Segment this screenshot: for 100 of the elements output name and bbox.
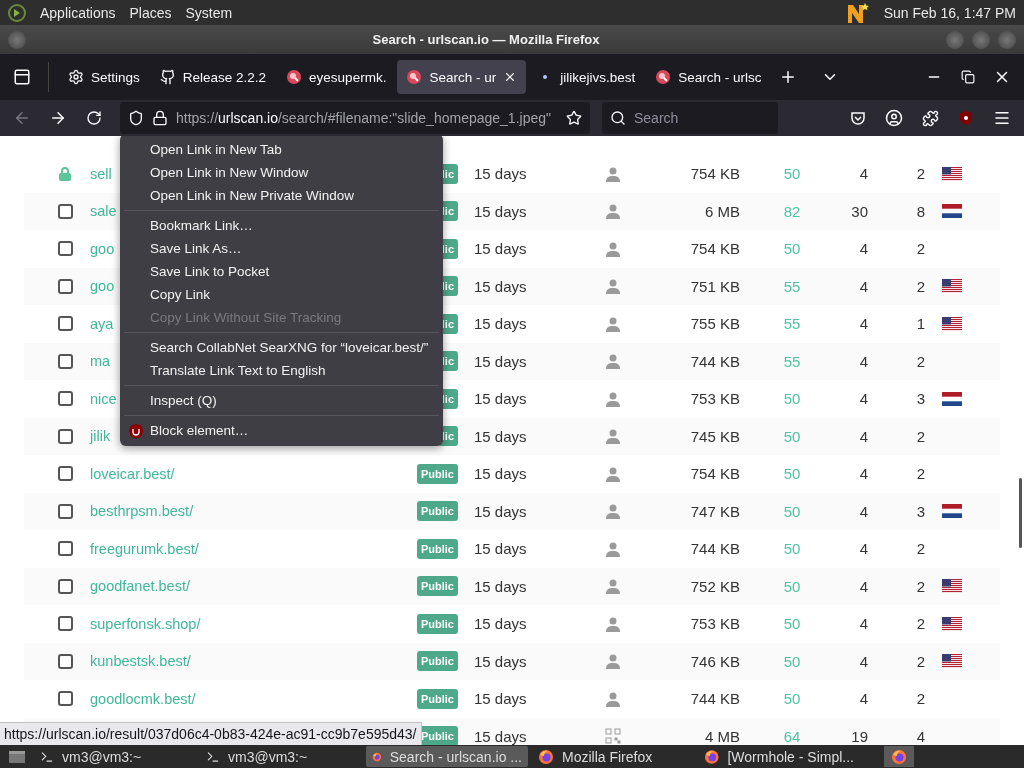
count-text: 4 <box>858 240 868 258</box>
row-checkbox[interactable] <box>58 428 73 444</box>
age-text: 15 days <box>473 427 528 445</box>
age-text: 15 days <box>473 352 528 370</box>
qr-code-icon <box>605 728 621 745</box>
row-checkbox[interactable] <box>58 616 73 632</box>
count-text: 4 <box>858 390 868 408</box>
count-text: 50 <box>782 165 802 183</box>
row-checkbox[interactable] <box>58 316 73 332</box>
count-text: 30 <box>850 202 868 220</box>
us-flag-icon <box>942 616 962 631</box>
reload-icon[interactable] <box>86 110 102 126</box>
age-text: 15 days <box>473 652 528 670</box>
browser-tab[interactable]: Settings <box>59 60 149 94</box>
count-text: 2 <box>915 427 925 445</box>
row-checkbox[interactable] <box>58 466 73 482</box>
firefox-icon <box>538 748 554 765</box>
puzzle-icon[interactable] <box>921 109 939 127</box>
address-bar[interactable]: https://urlscan.io/search/#filename:"slide_homepage_1.jpeg" <box>120 102 590 134</box>
age-text: 15 days <box>473 315 528 333</box>
netherlands-flag-icon <box>942 204 962 219</box>
row-checkbox[interactable] <box>58 391 73 407</box>
row-checkbox[interactable] <box>58 503 73 519</box>
panel-menu[interactable]: Places <box>129 4 172 21</box>
person-icon <box>605 278 621 295</box>
terminal-icon <box>40 749 54 764</box>
count-text: 3 <box>915 390 925 408</box>
firefox-launcher-button[interactable] <box>884 746 914 767</box>
restore-icon[interactable] <box>961 70 975 84</box>
taskbar-item[interactable]: vm3@vm3:~ <box>34 746 196 767</box>
age-text: 15 days <box>473 390 528 408</box>
age-text: 15 days <box>473 690 528 708</box>
count-text: 55 <box>782 352 802 370</box>
browser-tab[interactable]: eyesupermk. <box>277 60 396 94</box>
count-text: 50 <box>782 390 802 408</box>
taskbar-item[interactable]: [Wormhole - Simpl... <box>698 746 860 767</box>
person-icon <box>605 353 621 370</box>
age-text: 15 days <box>473 202 528 220</box>
size-text: 746 KB <box>689 652 740 670</box>
account-icon[interactable] <box>885 109 903 127</box>
person-icon <box>605 503 621 520</box>
forward-icon[interactable] <box>49 109 67 127</box>
browser-tab[interactable]: Search - ur <box>397 60 527 94</box>
shield-icon[interactable] <box>128 110 144 126</box>
search-field[interactable]: Search <box>602 102 778 134</box>
row-checkbox[interactable] <box>58 541 73 557</box>
row-checkbox[interactable] <box>58 278 73 294</box>
count-text: 50 <box>782 240 802 258</box>
panel-menu[interactable]: System <box>185 4 233 21</box>
age-text: 15 days <box>473 540 528 558</box>
sidebar-icon[interactable] <box>13 68 31 86</box>
count-text: 4 <box>858 165 868 183</box>
count-text: 4 <box>858 502 868 520</box>
row-checkbox[interactable] <box>58 691 73 707</box>
menu-item[interactable]: Open Link in New Tab <box>120 138 443 161</box>
url-text: https://urlscan.io/search/#filename:"slide_homepage_1.jpeg" <box>176 110 552 126</box>
pocket-icon[interactable] <box>850 110 866 126</box>
count-text: 50 <box>782 577 802 595</box>
row-checkbox[interactable] <box>58 241 73 257</box>
size-text: 744 KB <box>689 690 740 708</box>
browser-tab[interactable]: Search - urlsc <box>646 60 771 94</box>
size-text: 744 KB <box>689 352 740 370</box>
row-checkbox[interactable] <box>58 203 73 219</box>
us-flag-icon <box>942 579 962 594</box>
count-text: 19 <box>850 727 868 745</box>
person-icon <box>605 165 621 182</box>
count-text: 4 <box>858 277 868 295</box>
row-checkbox[interactable] <box>58 353 73 369</box>
row-checkbox[interactable] <box>58 653 73 669</box>
desktop-icon[interactable] <box>8 749 26 764</box>
visibility-badge: Public <box>417 501 458 522</box>
person-icon <box>605 203 621 220</box>
count-text: 4 <box>858 615 868 633</box>
count-text: 4 <box>915 727 925 745</box>
size-text: 744 KB <box>689 540 740 558</box>
taskbar-item[interactable]: Search - urlscan.io ... <box>366 746 528 767</box>
panel-menu[interactable]: Applications <box>40 4 116 21</box>
taskbar-item[interactable]: vm3@vm3:~ <box>200 746 362 767</box>
firefox-icon <box>891 748 907 765</box>
row-checkbox[interactable] <box>58 578 73 594</box>
browser-tab[interactable]: jilikejivs.best <box>528 60 645 94</box>
urlscan-icon <box>286 69 303 85</box>
size-text: 751 KB <box>689 277 740 295</box>
menu-icon[interactable] <box>993 109 1011 127</box>
window-title: Search - urlscan.io — Mozilla Firefox <box>371 32 601 47</box>
lock-icon[interactable] <box>152 110 168 126</box>
person-icon <box>605 428 621 445</box>
bookmark-star-icon[interactable] <box>566 110 582 126</box>
clock[interactable]: Sun Feb 16, 1:47 PM <box>883 4 1016 21</box>
count-text: 2 <box>915 240 925 258</box>
size-text: 754 KB <box>689 165 740 183</box>
shield-extension-icon[interactable] <box>958 110 974 126</box>
count-text: 50 <box>782 502 802 520</box>
age-text: 15 days <box>473 615 528 633</box>
count-text: 4 <box>858 352 868 370</box>
browser-tab[interactable]: Release 2.2.2 <box>150 60 276 94</box>
taskbar-item[interactable]: Mozilla Firefox <box>532 746 694 767</box>
scrollbar-thumb[interactable] <box>1019 478 1022 548</box>
back-icon[interactable] <box>13 109 31 127</box>
person-icon <box>605 315 621 332</box>
